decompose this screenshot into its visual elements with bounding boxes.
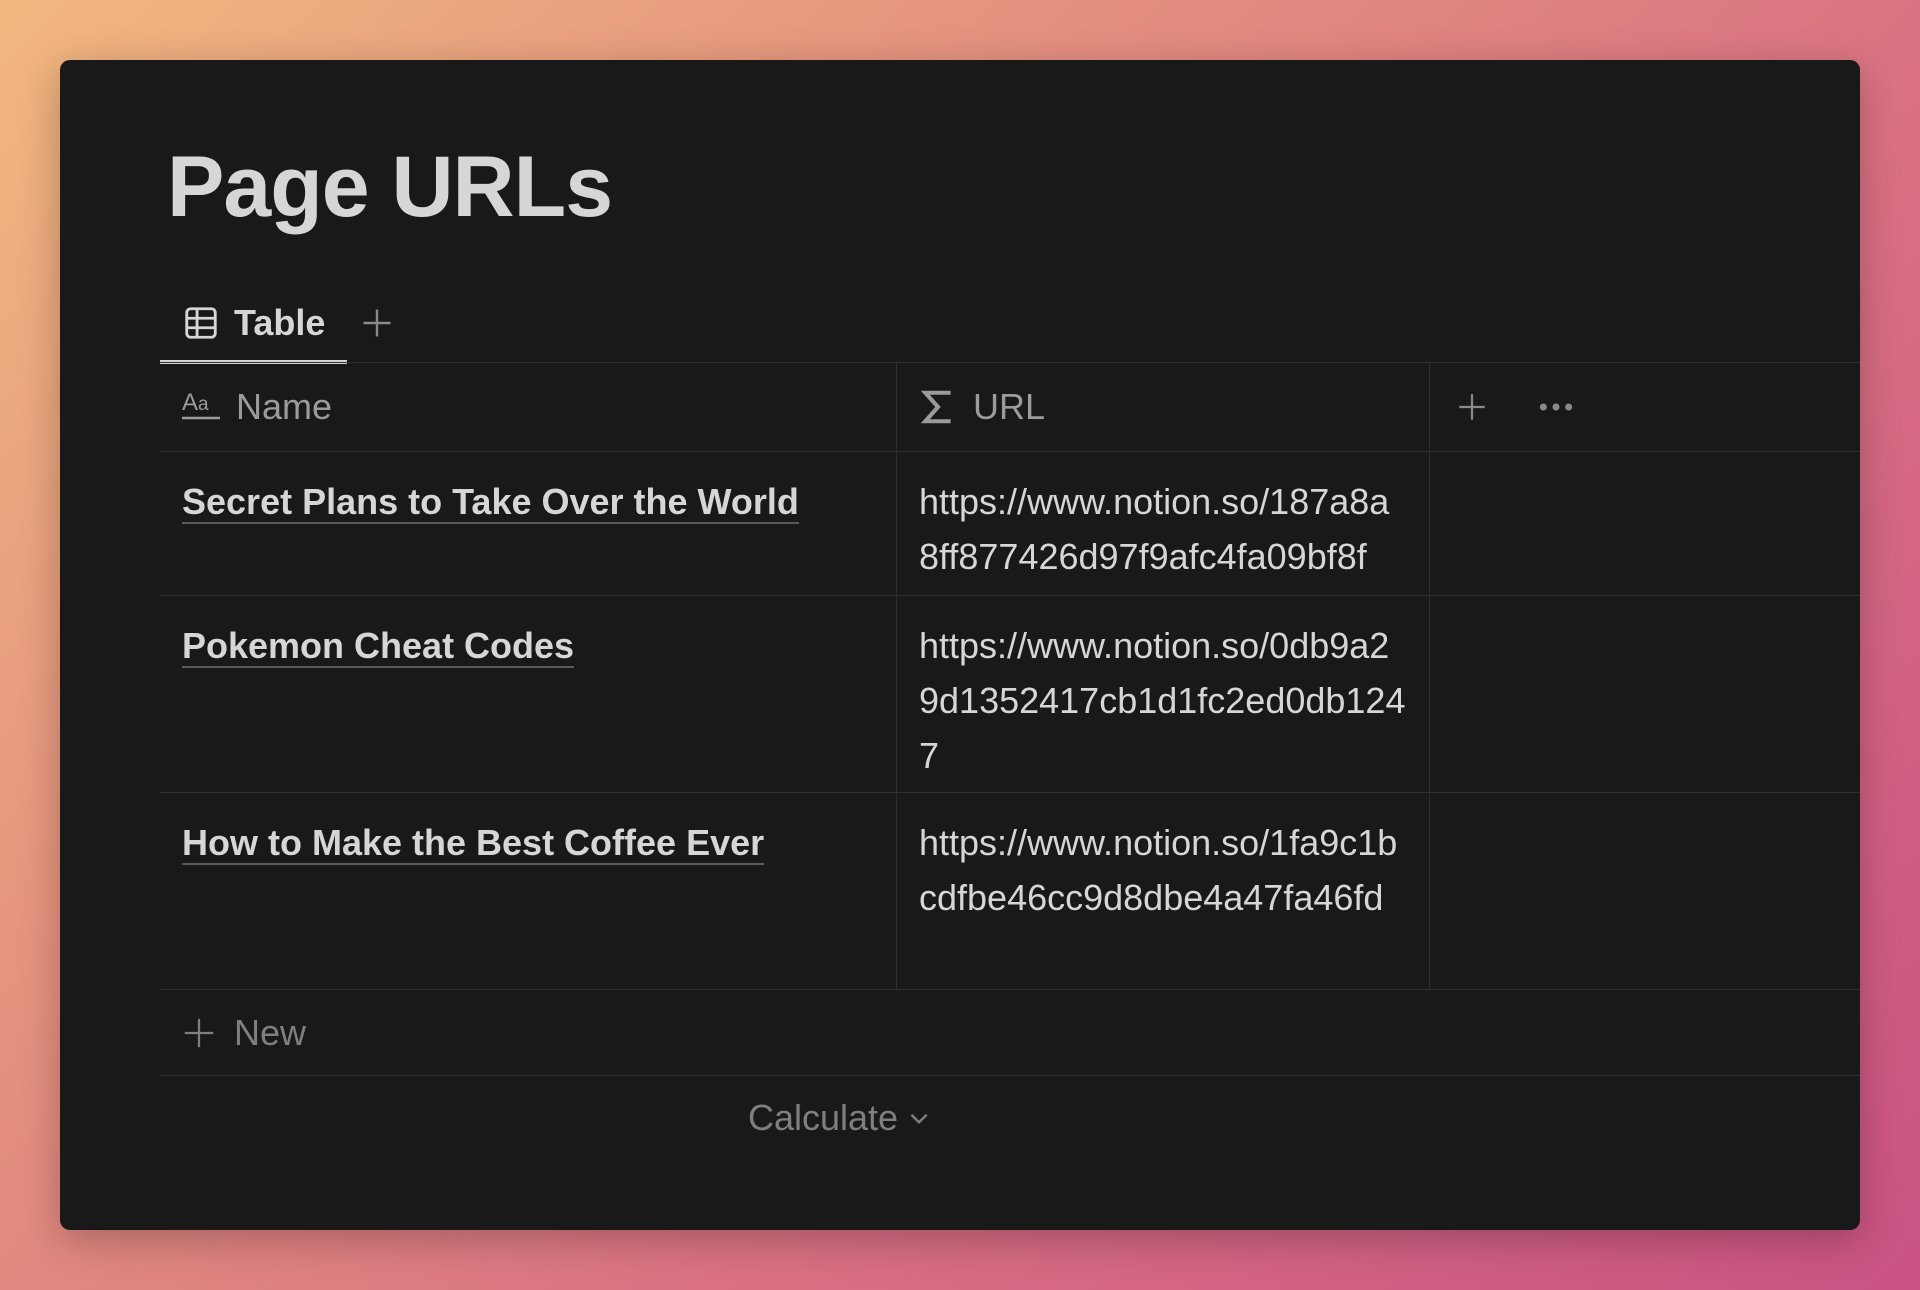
calculate-row: Calculate bbox=[160, 1076, 1860, 1160]
table-header: A a Name URL bbox=[160, 363, 1860, 452]
table-row: How to Make the Best Coffee Ever https:/… bbox=[160, 793, 1860, 990]
empty-cell[interactable] bbox=[1430, 452, 1860, 595]
text-property-icon: A a bbox=[182, 389, 220, 420]
more-options-button[interactable] bbox=[1536, 387, 1576, 427]
calculate-button[interactable]: Calculate bbox=[748, 1097, 932, 1139]
page-link[interactable]: Pokemon Cheat Codes bbox=[182, 625, 575, 668]
tab-label: Table bbox=[234, 302, 326, 343]
name-cell[interactable]: Pokemon Cheat Codes bbox=[160, 596, 897, 792]
plus-icon bbox=[363, 309, 391, 337]
header-actions bbox=[1430, 363, 1860, 451]
name-cell[interactable]: How to Make the Best Coffee Ever bbox=[160, 793, 897, 989]
table-row: Secret Plans to Take Over the World http… bbox=[160, 452, 1860, 596]
url-value: https://www.notion.so/1fa9c1bcdfbe46cc9d… bbox=[919, 822, 1398, 918]
column-header-url[interactable]: URL bbox=[897, 363, 1430, 451]
svg-text:a: a bbox=[198, 394, 209, 415]
database-table: A a Name URL Secret Plans to Take Over t… bbox=[160, 362, 1860, 1160]
svg-text:A: A bbox=[182, 389, 198, 416]
table-row: Pokemon Cheat Codes https://www.notion.s… bbox=[160, 596, 1860, 793]
ellipsis-icon bbox=[1539, 403, 1573, 411]
tab-table-view[interactable]: Table bbox=[160, 282, 348, 364]
name-cell[interactable]: Secret Plans to Take Over the World bbox=[160, 452, 897, 595]
plus-icon bbox=[184, 1018, 214, 1047]
url-cell[interactable]: https://www.notion.so/1fa9c1bcdfbe46cc9d… bbox=[897, 793, 1430, 989]
formula-sigma-icon bbox=[920, 390, 951, 424]
add-view-button[interactable] bbox=[357, 303, 397, 343]
new-row-button[interactable]: New bbox=[160, 990, 1860, 1076]
url-cell[interactable]: https://www.notion.so/187a8a8ff877426d97… bbox=[897, 452, 1430, 595]
add-property-button[interactable] bbox=[1452, 387, 1492, 427]
page-link[interactable]: Secret Plans to Take Over the World bbox=[182, 481, 799, 524]
notion-database-window: Page URLs Table A a Name URL Secret Plan… bbox=[60, 60, 1860, 1230]
url-value: https://www.notion.so/187a8a8ff877426d97… bbox=[919, 481, 1390, 577]
url-cell[interactable]: https://www.notion.so/0db9a29d1352417cb1… bbox=[897, 596, 1430, 792]
page-link[interactable]: How to Make the Best Coffee Ever bbox=[182, 822, 765, 865]
column-header-label: URL bbox=[973, 386, 1046, 427]
chevron-down-icon bbox=[910, 1113, 928, 1125]
empty-cell[interactable] bbox=[1430, 793, 1860, 989]
column-header-label: Name bbox=[236, 386, 333, 427]
plus-icon bbox=[1459, 394, 1485, 420]
calculate-label: Calculate bbox=[748, 1097, 899, 1138]
url-value: https://www.notion.so/0db9a29d1352417cb1… bbox=[919, 625, 1406, 776]
empty-cell[interactable] bbox=[1430, 596, 1860, 792]
page-title: Page URLs bbox=[167, 139, 613, 235]
view-tabs: Table bbox=[160, 282, 397, 364]
table-icon bbox=[185, 307, 217, 339]
column-header-name[interactable]: A a Name bbox=[160, 363, 897, 451]
new-row-label: New bbox=[234, 1011, 307, 1053]
